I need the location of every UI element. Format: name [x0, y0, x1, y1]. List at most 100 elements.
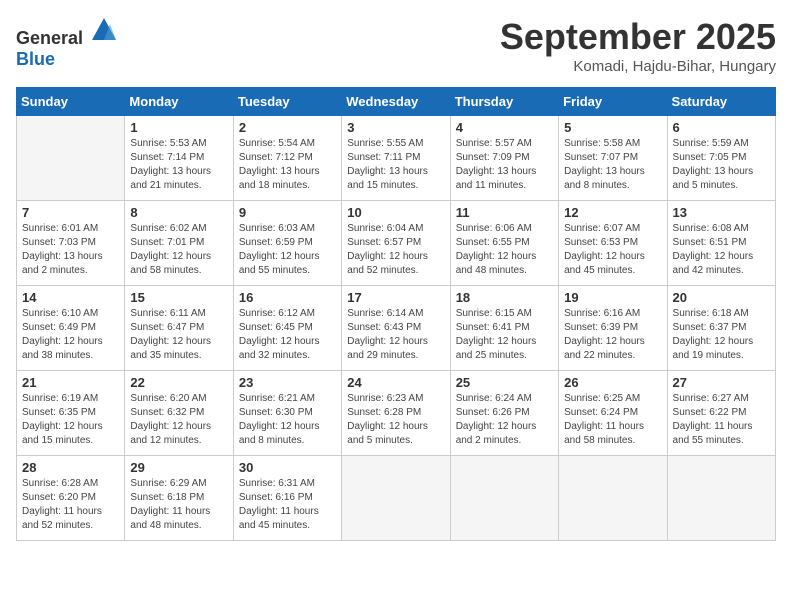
day-number: 20: [673, 290, 770, 305]
day-number: 24: [347, 375, 444, 390]
calendar-cell: 6 Sunrise: 5:59 AMSunset: 7:05 PMDaylight…: [667, 116, 775, 201]
day-number: 28: [22, 460, 119, 475]
calendar-cell: 21Sunrise: 6:19 AMSunset: 6:35 PMDayligh…: [17, 371, 125, 456]
logo-general: General: [16, 28, 83, 48]
calendar-week-row: 1 Sunrise: 5:53 AMSunset: 7:14 PMDaylight…: [17, 116, 776, 201]
weekday-header: Sunday: [17, 88, 125, 116]
calendar-cell: 29 Sunrise: 6:29 AMSunset: 6:18 PMDayligh…: [125, 456, 233, 541]
day-number: 16: [239, 290, 336, 305]
day-number: 14: [22, 290, 119, 305]
day-number: 19: [564, 290, 661, 305]
calendar-week-row: 7 Sunrise: 6:01 AMSunset: 7:03 PMDaylight…: [17, 201, 776, 286]
day-info: Sunrise: 5:57 AMSunset: 7:09 PMDaylight:…: [456, 137, 553, 193]
calendar-week-row: 14 Sunrise: 6:10 AMSunset: 6:49 PMDayligh…: [17, 286, 776, 371]
day-info: Sunrise: 6:18 AMSunset: 6:37 PMDaylight:…: [673, 307, 770, 363]
calendar-cell: 3 Sunrise: 5:55 AMSunset: 7:11 PMDaylight…: [342, 116, 450, 201]
day-info: Sunrise: 6:28 AMSunset: 6:20 PMDaylight:…: [22, 477, 119, 533]
calendar-cell: 5 Sunrise: 5:58 AMSunset: 7:07 PMDaylight…: [559, 116, 667, 201]
day-number: 7: [22, 205, 119, 220]
calendar-cell: 27Sunrise: 6:27 AMSunset: 6:22 PMDayligh…: [667, 371, 775, 456]
day-info: Sunrise: 6:04 AMSunset: 6:57 PMDaylight:…: [347, 222, 444, 278]
day-info: Sunrise: 6:06 AMSunset: 6:55 PMDaylight:…: [456, 222, 553, 278]
calendar-cell: 16Sunrise: 6:12 AMSunset: 6:45 PMDayligh…: [233, 286, 341, 371]
calendar-cell: 10 Sunrise: 6:04 AMSunset: 6:57 PMDayligh…: [342, 201, 450, 286]
day-info: Sunrise: 6:27 AMSunset: 6:22 PMDaylight:…: [673, 392, 770, 448]
weekday-header: Wednesday: [342, 88, 450, 116]
day-info: Sunrise: 6:24 AMSunset: 6:26 PMDaylight:…: [456, 392, 553, 448]
weekday-header: Monday: [125, 88, 233, 116]
day-info: Sunrise: 6:29 AMSunset: 6:18 PMDaylight:…: [130, 477, 227, 533]
calendar-cell: 15 Sunrise: 6:11 AMSunset: 6:47 PMDayligh…: [125, 286, 233, 371]
day-number: 6: [673, 120, 770, 135]
day-info: Sunrise: 6:11 AMSunset: 6:47 PMDaylight:…: [130, 307, 227, 363]
calendar-cell: 12Sunrise: 6:07 AMSunset: 6:53 PMDayligh…: [559, 201, 667, 286]
calendar-cell: 17Sunrise: 6:14 AMSunset: 6:43 PMDayligh…: [342, 286, 450, 371]
calendar-cell: 11Sunrise: 6:06 AMSunset: 6:55 PMDayligh…: [450, 201, 558, 286]
calendar-cell: 30Sunrise: 6:31 AMSunset: 6:16 PMDayligh…: [233, 456, 341, 541]
calendar-cell: [450, 456, 558, 541]
calendar-cell: 4Sunrise: 5:57 AMSunset: 7:09 PMDaylight…: [450, 116, 558, 201]
day-number: 3: [347, 120, 444, 135]
logo-blue: Blue: [16, 49, 55, 69]
logo: General Blue: [16, 16, 118, 70]
logo-icon: [90, 16, 118, 44]
day-info: Sunrise: 6:08 AMSunset: 6:51 PMDaylight:…: [673, 222, 770, 278]
calendar-cell: [17, 116, 125, 201]
day-number: 18: [456, 290, 553, 305]
page-header: General Blue September 2025 Komadi, Hajd…: [16, 16, 776, 75]
calendar-cell: 7 Sunrise: 6:01 AMSunset: 7:03 PMDaylight…: [17, 201, 125, 286]
weekday-header: Saturday: [667, 88, 775, 116]
day-info: Sunrise: 6:25 AMSunset: 6:24 PMDaylight:…: [564, 392, 661, 448]
weekday-header: Thursday: [450, 88, 558, 116]
day-info: Sunrise: 6:23 AMSunset: 6:28 PMDaylight:…: [347, 392, 444, 448]
weekday-header: Tuesday: [233, 88, 341, 116]
day-info: Sunrise: 6:21 AMSunset: 6:30 PMDaylight:…: [239, 392, 336, 448]
day-info: Sunrise: 5:54 AMSunset: 7:12 PMDaylight:…: [239, 137, 336, 193]
day-number: 10: [347, 205, 444, 220]
day-info: Sunrise: 6:10 AMSunset: 6:49 PMDaylight:…: [22, 307, 119, 363]
calendar-cell: 26 Sunrise: 6:25 AMSunset: 6:24 PMDayligh…: [559, 371, 667, 456]
month-title: September 2025: [500, 16, 776, 58]
calendar-cell: [342, 456, 450, 541]
day-number: 1: [130, 120, 227, 135]
calendar-week-row: 28 Sunrise: 6:28 AMSunset: 6:20 PMDayligh…: [17, 456, 776, 541]
day-number: 29: [130, 460, 227, 475]
day-info: Sunrise: 6:14 AMSunset: 6:43 PMDaylight:…: [347, 307, 444, 363]
day-number: 21: [22, 375, 119, 390]
day-number: 26: [564, 375, 661, 390]
logo-text: General Blue: [16, 16, 118, 70]
calendar-cell: [559, 456, 667, 541]
day-info: Sunrise: 6:01 AMSunset: 7:03 PMDaylight:…: [22, 222, 119, 278]
calendar-cell: 8 Sunrise: 6:02 AMSunset: 7:01 PMDaylight…: [125, 201, 233, 286]
day-info: Sunrise: 6:03 AMSunset: 6:59 PMDaylight:…: [239, 222, 336, 278]
calendar-cell: [667, 456, 775, 541]
calendar-cell: 13Sunrise: 6:08 AMSunset: 6:51 PMDayligh…: [667, 201, 775, 286]
day-number: 2: [239, 120, 336, 135]
day-number: 23: [239, 375, 336, 390]
day-number: 15: [130, 290, 227, 305]
day-info: Sunrise: 6:16 AMSunset: 6:39 PMDaylight:…: [564, 307, 661, 363]
day-info: Sunrise: 6:15 AMSunset: 6:41 PMDaylight:…: [456, 307, 553, 363]
day-number: 9: [239, 205, 336, 220]
day-number: 22: [130, 375, 227, 390]
location-title: Komadi, Hajdu-Bihar, Hungary: [500, 58, 776, 75]
calendar-cell: 14 Sunrise: 6:10 AMSunset: 6:49 PMDayligh…: [17, 286, 125, 371]
day-number: 25: [456, 375, 553, 390]
calendar-cell: 25 Sunrise: 6:24 AMSunset: 6:26 PMDayligh…: [450, 371, 558, 456]
day-number: 8: [130, 205, 227, 220]
calendar-cell: 1 Sunrise: 5:53 AMSunset: 7:14 PMDaylight…: [125, 116, 233, 201]
day-info: Sunrise: 6:31 AMSunset: 6:16 PMDaylight:…: [239, 477, 336, 533]
day-info: Sunrise: 5:58 AMSunset: 7:07 PMDaylight:…: [564, 137, 661, 193]
calendar-cell: 2 Sunrise: 5:54 AMSunset: 7:12 PMDaylight…: [233, 116, 341, 201]
calendar-cell: 22Sunrise: 6:20 AMSunset: 6:32 PMDayligh…: [125, 371, 233, 456]
calendar-cell: 19 Sunrise: 6:16 AMSunset: 6:39 PMDayligh…: [559, 286, 667, 371]
day-number: 5: [564, 120, 661, 135]
day-info: Sunrise: 5:53 AMSunset: 7:14 PMDaylight:…: [130, 137, 227, 193]
day-info: Sunrise: 5:59 AMSunset: 7:05 PMDaylight:…: [673, 137, 770, 193]
calendar-cell: 23 Sunrise: 6:21 AMSunset: 6:30 PMDayligh…: [233, 371, 341, 456]
calendar-cell: 24 Sunrise: 6:23 AMSunset: 6:28 PMDayligh…: [342, 371, 450, 456]
day-info: Sunrise: 6:02 AMSunset: 7:01 PMDaylight:…: [130, 222, 227, 278]
calendar-header-row: SundayMondayTuesdayWednesdayThursdayFrid…: [17, 88, 776, 116]
calendar-cell: 18 Sunrise: 6:15 AMSunset: 6:41 PMDayligh…: [450, 286, 558, 371]
day-info: Sunrise: 5:55 AMSunset: 7:11 PMDaylight:…: [347, 137, 444, 193]
